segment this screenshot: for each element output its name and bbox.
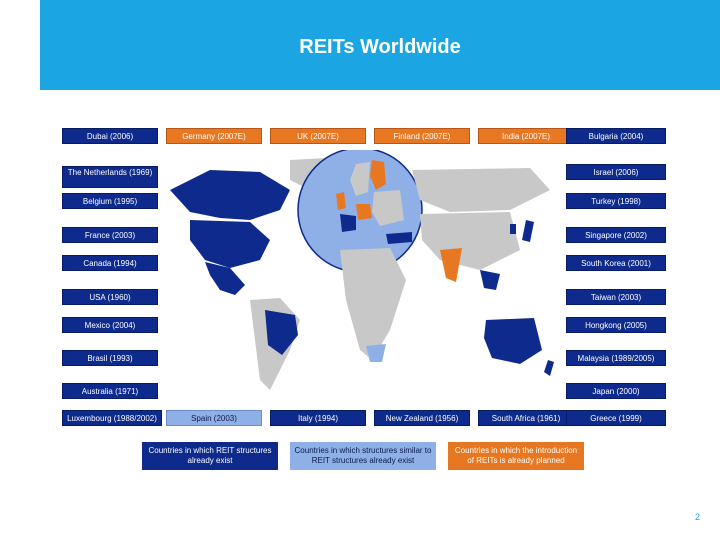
map-australia [484, 318, 542, 364]
label-taiwan: Taiwan (2003) [566, 289, 666, 305]
label-bulgaria: Bulgaria (2004) [566, 128, 666, 144]
map-russia [412, 168, 550, 212]
label-israel: Israel (2006) [566, 164, 666, 180]
legend-planned: Countries in which the introduction of R… [448, 442, 584, 470]
label-greece: Greece (1999) [566, 410, 666, 426]
map-mexico [205, 262, 245, 295]
map-india [440, 248, 462, 282]
label-france: France (2003) [62, 227, 158, 243]
page-number: 2 [694, 512, 700, 522]
label-germany: Germany (2007E) [166, 128, 262, 144]
label-malaysia: Malaysia (1989/2005) [566, 350, 666, 366]
map-france [340, 214, 356, 232]
world-map [170, 150, 554, 390]
map-canada [170, 170, 290, 220]
map-south-africa [366, 344, 386, 362]
label-japan: Japan (2000) [566, 383, 666, 399]
map-japan [522, 220, 534, 242]
label-finland: Finland (2007E) [374, 128, 470, 144]
legend-similar-structures: Countries in which structures similar to… [290, 442, 436, 470]
map-turkey [386, 232, 412, 244]
label-mexico: Mexico (2004) [62, 317, 158, 333]
map-new-zealand [544, 360, 554, 376]
label-dubai: Dubai (2006) [62, 128, 158, 144]
label-usa: USA (1960) [62, 289, 158, 305]
label-luxembourg: Luxembourg (1988/2002) [62, 410, 162, 426]
header-bar: REITs Worldwide [40, 0, 720, 90]
label-belgium: Belgium (1995) [62, 193, 158, 209]
map-korea [510, 224, 516, 234]
label-uk: UK (2007E) [270, 128, 366, 144]
map-germany [356, 204, 372, 220]
map-africa [340, 248, 406, 360]
label-turkey: Turkey (1998) [566, 193, 666, 209]
legend-reit-exists: Countries in which REIT structures alrea… [142, 442, 278, 470]
label-australia: Australia (1971) [62, 383, 158, 399]
label-south-korea: South Korea (2001) [566, 255, 666, 271]
map-southeast-asia [480, 270, 500, 290]
map-asia [420, 212, 520, 270]
label-brasil: Brasil (1993) [62, 350, 158, 366]
label-canada: Canada (1994) [62, 255, 158, 271]
page-title: REITs Worldwide [299, 36, 461, 58]
label-netherlands: The Netherlands (1969) [62, 166, 158, 188]
label-india: India (2007E) [478, 128, 574, 144]
map-usa [190, 220, 270, 268]
label-hongkong: Hongkong (2005) [566, 317, 666, 333]
label-singapore: Singapore (2002) [566, 227, 666, 243]
